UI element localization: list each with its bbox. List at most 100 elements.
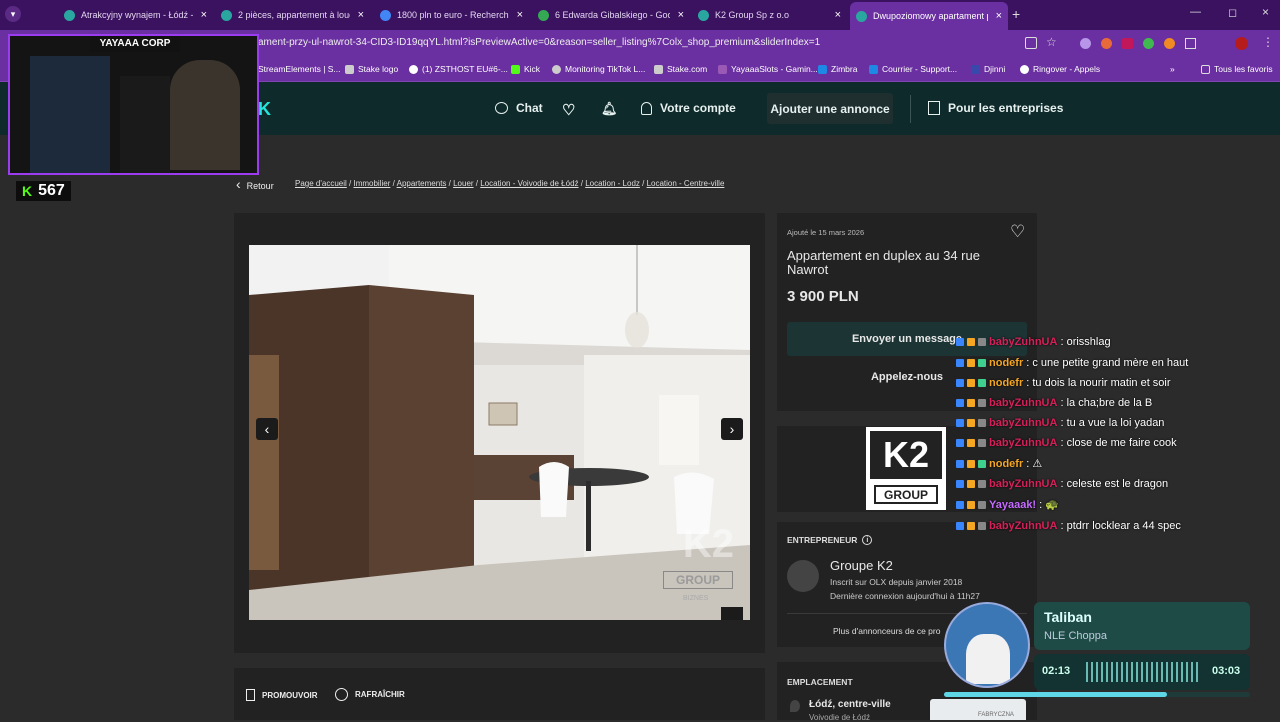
tab-5-active[interactable]: Dwupoziomowy apartament pr ×	[850, 2, 1008, 30]
nav-favorites[interactable]: ♡	[562, 101, 575, 119]
nav-notifications[interactable]: 🔔︎	[601, 101, 618, 117]
close-tab-icon[interactable]: ×	[678, 9, 684, 21]
bookmark-item[interactable]: (1) ZSTHOST EU#6-...	[409, 64, 508, 74]
chevron-left-icon: ‹	[236, 176, 241, 192]
google-favicon	[380, 9, 391, 21]
fullscreen-button[interactable]	[721, 607, 743, 620]
bookmark-item[interactable]: Djinni	[971, 64, 1005, 74]
breadcrumb-link[interactable]: Page d'accueil	[295, 179, 347, 188]
badge-icon	[967, 480, 975, 488]
bookmark-item[interactable]: Monitoring TikTok L...	[552, 64, 645, 74]
tab-3[interactable]: 6 Edwarda Gibalskiego - Googl ×	[532, 4, 690, 26]
more-ads-link[interactable]: Plus d'annonceurs de ce pro	[833, 626, 940, 636]
nav-account[interactable]: Votre compte	[641, 101, 736, 115]
location-section-title: EMPLACEMENT	[787, 677, 853, 687]
close-tab-icon[interactable]: ×	[517, 9, 523, 21]
extension-icon[interactable]	[1143, 38, 1154, 49]
olx-favicon	[856, 10, 867, 22]
new-tab-button[interactable]: +	[1012, 6, 1020, 22]
post-ad-button[interactable]: Ajouter une annonce	[767, 93, 893, 124]
tab-search-button[interactable]: ▾	[5, 6, 21, 22]
bookmark-item[interactable]: Courrier - Support...	[869, 64, 957, 74]
breadcrumb: Page d'accueil / Immobilier / Appartemen…	[295, 179, 725, 188]
chat-username[interactable]: nodefr	[989, 377, 1023, 389]
extension-icon[interactable]	[1164, 38, 1175, 49]
user-icon	[641, 101, 652, 115]
info-icon[interactable]: i	[862, 535, 873, 545]
gallery-next-button[interactable]: ›	[721, 418, 743, 440]
building-icon	[928, 101, 940, 115]
olx-logo[interactable]: K	[258, 99, 271, 120]
back-link[interactable]: ‹ Retour	[236, 176, 274, 192]
profile-avatar[interactable]	[1235, 37, 1248, 50]
waveform	[1086, 662, 1198, 682]
badge-icon	[967, 419, 975, 427]
bookmark-item[interactable]: YayaaaSlots - Gamin...	[718, 64, 818, 74]
chat-bubble-icon	[495, 102, 508, 114]
location-region: Voivodie de Łódź	[809, 713, 870, 722]
breadcrumb-link[interactable]: Appartements	[397, 179, 447, 188]
chat-username[interactable]: babyZuhnUA	[989, 520, 1057, 532]
site-icon	[409, 64, 418, 74]
bookmark-item[interactable]: Stake.com	[654, 64, 707, 74]
badge-icon	[978, 399, 986, 407]
translate-icon[interactable]	[1025, 37, 1037, 49]
chat-username[interactable]: babyZuhnUA	[989, 336, 1057, 348]
breadcrumb-link[interactable]: Louer	[453, 179, 473, 188]
extension-icon[interactable]	[1080, 38, 1091, 49]
chat-username[interactable]: babyZuhnUA	[989, 417, 1057, 429]
listing-photo[interactable]: K2 GROUP BIZNES	[249, 245, 750, 620]
nav-business[interactable]: Pour les entreprises	[928, 101, 1063, 115]
badge-icon	[967, 379, 975, 387]
bookmark-star-icon[interactable]: ☆	[1046, 35, 1057, 49]
bookmarks-overflow-icon[interactable]: »	[1170, 64, 1175, 74]
badge-icon	[967, 338, 975, 346]
chat-username[interactable]: Yayaaak!	[989, 499, 1036, 511]
close-window-icon[interactable]: ×	[1262, 5, 1269, 19]
close-tab-icon[interactable]: ×	[358, 9, 364, 21]
nav-chat[interactable]: Chat	[495, 101, 543, 115]
refresh-button[interactable]: RAFRAÎCHIR	[335, 688, 405, 701]
all-bookmarks-folder[interactable]: Tous les favoris	[1201, 64, 1273, 74]
favorite-heart-icon[interactable]: ♡	[1010, 222, 1025, 242]
chat-username[interactable]: nodefr	[989, 357, 1023, 369]
seller-name[interactable]: Groupe K2	[830, 558, 893, 573]
refresh-icon	[335, 688, 348, 701]
location-map[interactable]: FABRYCZNA	[930, 699, 1026, 720]
close-tab-icon[interactable]: ×	[996, 10, 1002, 22]
minimize-window-icon[interactable]: —	[1190, 6, 1201, 18]
extension-icon[interactable]	[1122, 38, 1133, 49]
close-tab-icon[interactable]: ×	[201, 9, 207, 21]
breadcrumb-link[interactable]: Location - Centre-ville	[647, 179, 725, 188]
kick-icon	[511, 64, 520, 74]
tab-0[interactable]: Atrakcyjny wynajem - Łódź - sp×	[58, 4, 213, 26]
chat-username[interactable]: babyZuhnUA	[989, 478, 1057, 490]
tab-4[interactable]: K2 Group Sp z o.o ×	[692, 4, 847, 26]
mail-icon	[869, 64, 878, 74]
chat-text: : ⚠	[1026, 458, 1043, 470]
tab-2[interactable]: 1800 pln to euro - Recherche G×	[374, 4, 529, 26]
bookmark-item[interactable]: Ringover - Appels	[1020, 64, 1100, 74]
bookmark-item[interactable]: Zimbra	[818, 64, 857, 74]
olx-favicon	[698, 9, 709, 21]
url-field[interactable]: ament-przy-ul-nawrot-34-CID3-ID19qqYL.ht…	[258, 37, 820, 48]
chat-username[interactable]: babyZuhnUA	[989, 397, 1057, 409]
seller-last-seen: Dernière connexion aujourd'hui à 11h27	[830, 591, 980, 601]
menu-kebab-icon[interactable]: ⋮	[1262, 35, 1274, 49]
breadcrumb-link[interactable]: Immobilier	[353, 179, 390, 188]
chat-username[interactable]: babyZuhnUA	[989, 437, 1057, 449]
puzzle-icon[interactable]	[1185, 38, 1196, 49]
breadcrumb-link[interactable]: Location - Lodz	[585, 179, 640, 188]
breadcrumb-link[interactable]: Location - Voivodie de Łódź	[480, 179, 578, 188]
promote-button[interactable]: PROMOUVOIR	[246, 689, 318, 701]
bookmark-item[interactable]: StreamElements | S...	[258, 64, 341, 74]
chat-username[interactable]: nodefr	[989, 458, 1023, 470]
close-tab-icon[interactable]: ×	[835, 9, 841, 21]
extension-icon[interactable]	[1101, 38, 1112, 49]
badge-icon	[956, 500, 964, 509]
tab-1[interactable]: 2 pièces, appartement à louer ×	[215, 4, 370, 26]
bookmark-item[interactable]: Kick	[511, 64, 540, 74]
bookmark-item[interactable]: Stake logo	[345, 64, 398, 74]
maximize-window-icon[interactable]: ◻	[1228, 6, 1237, 19]
gallery-prev-button[interactable]: ‹	[256, 418, 278, 440]
